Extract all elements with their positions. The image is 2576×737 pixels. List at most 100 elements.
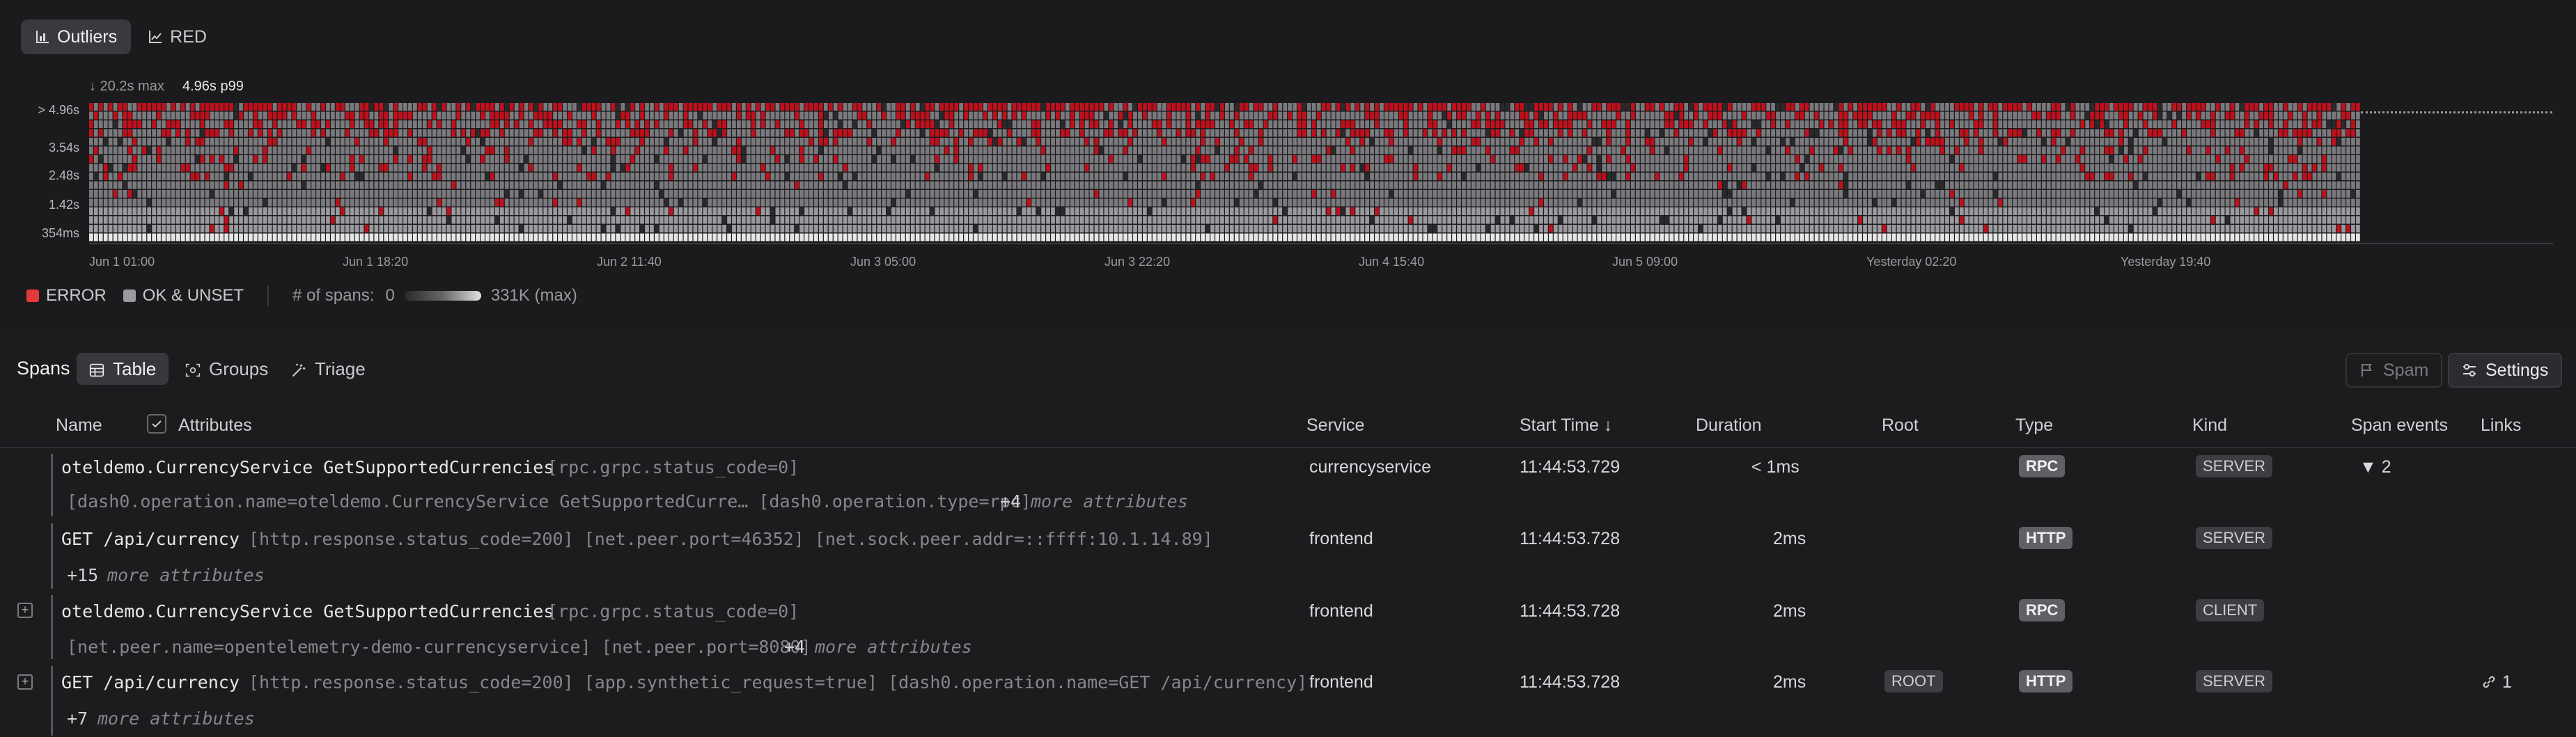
heatmap-cell bbox=[331, 216, 335, 224]
heatmap-cell bbox=[997, 173, 1002, 180]
heatmap-cell bbox=[384, 146, 389, 154]
outliers-heatmap[interactable] bbox=[89, 103, 2361, 242]
heatmap-cell bbox=[620, 173, 625, 180]
heatmap-cell bbox=[166, 129, 171, 137]
heatmap-cell bbox=[1520, 181, 1524, 189]
heatmap-cell bbox=[1128, 164, 1132, 172]
heatmap-cell bbox=[732, 216, 736, 224]
heatmap-cell bbox=[543, 120, 548, 128]
heatmap-cell bbox=[949, 138, 954, 145]
heatmap-cell bbox=[306, 146, 311, 154]
heatmap-cell bbox=[1350, 207, 1355, 215]
heatmap-cell bbox=[123, 198, 127, 207]
heatmap-cell bbox=[451, 216, 456, 224]
heatmap-cell bbox=[1249, 216, 1254, 224]
heatmap-cell bbox=[1568, 198, 1572, 207]
heatmap-cell bbox=[1017, 164, 1022, 172]
heatmap-cell bbox=[1336, 173, 1341, 180]
heatmap-cell bbox=[103, 138, 108, 145]
heatmap-cell bbox=[611, 129, 616, 137]
heatmap-cell bbox=[1360, 173, 1365, 180]
tab-outliers[interactable]: Outliers bbox=[21, 19, 132, 54]
heatmap-cell bbox=[490, 138, 494, 145]
heatmap-cell bbox=[678, 233, 683, 241]
heatmap-cell bbox=[1370, 216, 1374, 224]
heatmap-cell bbox=[118, 173, 123, 180]
heatmap-cell bbox=[340, 173, 345, 180]
heatmap-cell bbox=[708, 198, 712, 207]
heatmap-cell bbox=[553, 216, 558, 224]
heatmap-cell bbox=[437, 129, 442, 137]
heatmap-cell bbox=[978, 190, 983, 198]
heatmap-cell bbox=[1007, 146, 1012, 154]
heatmap-cell bbox=[519, 225, 524, 232]
heatmap-cell bbox=[1036, 129, 1041, 137]
heatmap-cell bbox=[775, 138, 780, 145]
heatmap-cell bbox=[877, 111, 882, 120]
heatmap-cell bbox=[1345, 207, 1350, 215]
heatmap-cell bbox=[760, 216, 765, 224]
heatmap-cell bbox=[1510, 198, 1515, 207]
heatmap-cell bbox=[113, 111, 118, 120]
heatmap-cell bbox=[732, 138, 736, 145]
heatmap-cell bbox=[1380, 111, 1384, 120]
heatmap-cell bbox=[717, 173, 721, 180]
heatmap-cell bbox=[645, 120, 649, 128]
heatmap-cell bbox=[746, 164, 751, 172]
heatmap-cell bbox=[1389, 164, 1394, 172]
heatmap-cell bbox=[331, 120, 335, 128]
heatmap-cell bbox=[123, 129, 127, 137]
heatmap-cell bbox=[533, 111, 538, 120]
heatmap-cell bbox=[1553, 173, 1558, 180]
heatmap-cell bbox=[253, 216, 258, 224]
heatmap-cell bbox=[983, 138, 988, 145]
heatmap-cell bbox=[1341, 173, 1345, 180]
heatmap-cell bbox=[1563, 207, 1568, 215]
heatmap-cell bbox=[1263, 129, 1268, 137]
heatmap-cell bbox=[422, 146, 427, 154]
heatmap-cell bbox=[162, 146, 166, 154]
heatmap-cell bbox=[162, 120, 166, 128]
heatmap-cell bbox=[596, 198, 601, 207]
heatmap-cell bbox=[760, 173, 765, 180]
heatmap-cell bbox=[1205, 198, 1210, 207]
heatmap-cell bbox=[1380, 103, 1384, 111]
heatmap-cell bbox=[132, 173, 137, 180]
heatmap-cell bbox=[944, 129, 949, 137]
heatmap-cell bbox=[596, 233, 601, 241]
heatmap-cell bbox=[988, 173, 992, 180]
heatmap-cell bbox=[795, 216, 799, 224]
heatmap-cell bbox=[1027, 173, 1031, 180]
heatmap-cell bbox=[1520, 198, 1524, 207]
heatmap-cell bbox=[340, 190, 345, 198]
heatmap-cell bbox=[751, 146, 756, 154]
heatmap-cell bbox=[1258, 129, 1263, 137]
heatmap-cell bbox=[1002, 190, 1007, 198]
heatmap-cell bbox=[1094, 181, 1099, 189]
heatmap-cell bbox=[1070, 155, 1075, 163]
heatmap-cell bbox=[1572, 225, 1577, 232]
heatmap-cell bbox=[828, 164, 833, 172]
heatmap-cell bbox=[461, 164, 466, 172]
heatmap-cell bbox=[118, 190, 123, 198]
heatmap-cell bbox=[461, 129, 466, 137]
heatmap-cell bbox=[882, 173, 886, 180]
heatmap-cell bbox=[219, 146, 224, 154]
heatmap-cell bbox=[693, 146, 698, 154]
heatmap-cell bbox=[601, 225, 606, 232]
heatmap-cell bbox=[1302, 207, 1306, 215]
heatmap-cell bbox=[1104, 190, 1109, 198]
heatmap-cell bbox=[1558, 155, 1563, 163]
heatmap-cell bbox=[490, 120, 494, 128]
heatmap-cell bbox=[364, 120, 369, 128]
heatmap-cell bbox=[737, 155, 741, 163]
heatmap-cell bbox=[717, 164, 721, 172]
heatmap-cell bbox=[1268, 190, 1273, 198]
heatmap-cell bbox=[611, 120, 616, 128]
heatmap-cell bbox=[533, 216, 538, 224]
heatmap-cell bbox=[1176, 111, 1181, 120]
heatmap-cell bbox=[1070, 233, 1075, 241]
heatmap-cell bbox=[1360, 146, 1365, 154]
tab-red[interactable]: RED bbox=[134, 19, 221, 54]
heatmap-cell bbox=[1075, 138, 1079, 145]
